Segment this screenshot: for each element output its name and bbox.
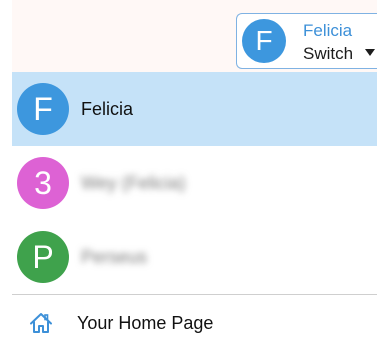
home-page-link[interactable]: Your Home Page xyxy=(12,298,377,352)
account-menu: F Felicia 3 Wey (Felicia) P Perseus Your… xyxy=(12,72,377,352)
switch-label: Switch xyxy=(303,44,354,63)
account-avatar: F xyxy=(17,83,69,135)
account-name: Felicia xyxy=(81,99,134,119)
account-avatar: P xyxy=(17,231,69,283)
account-name: Wey (Felicia) xyxy=(81,173,186,193)
home-icon xyxy=(30,313,52,333)
account-avatar: 3 xyxy=(17,157,69,209)
account-item-felicia[interactable]: F Felicia xyxy=(12,72,377,146)
current-account-avatar: F xyxy=(242,19,286,63)
current-account-name: Felicia xyxy=(303,21,353,40)
home-page-label: Your Home Page xyxy=(77,313,214,333)
caret-down-icon xyxy=(365,49,375,56)
menu-divider xyxy=(12,294,377,295)
account-switcher-button[interactable]: F Felicia Switch xyxy=(236,13,377,69)
account-name: Perseus xyxy=(81,247,148,267)
account-item-3[interactable]: P Perseus xyxy=(12,220,377,294)
account-item-2[interactable]: 3 Wey (Felicia) xyxy=(12,146,377,220)
